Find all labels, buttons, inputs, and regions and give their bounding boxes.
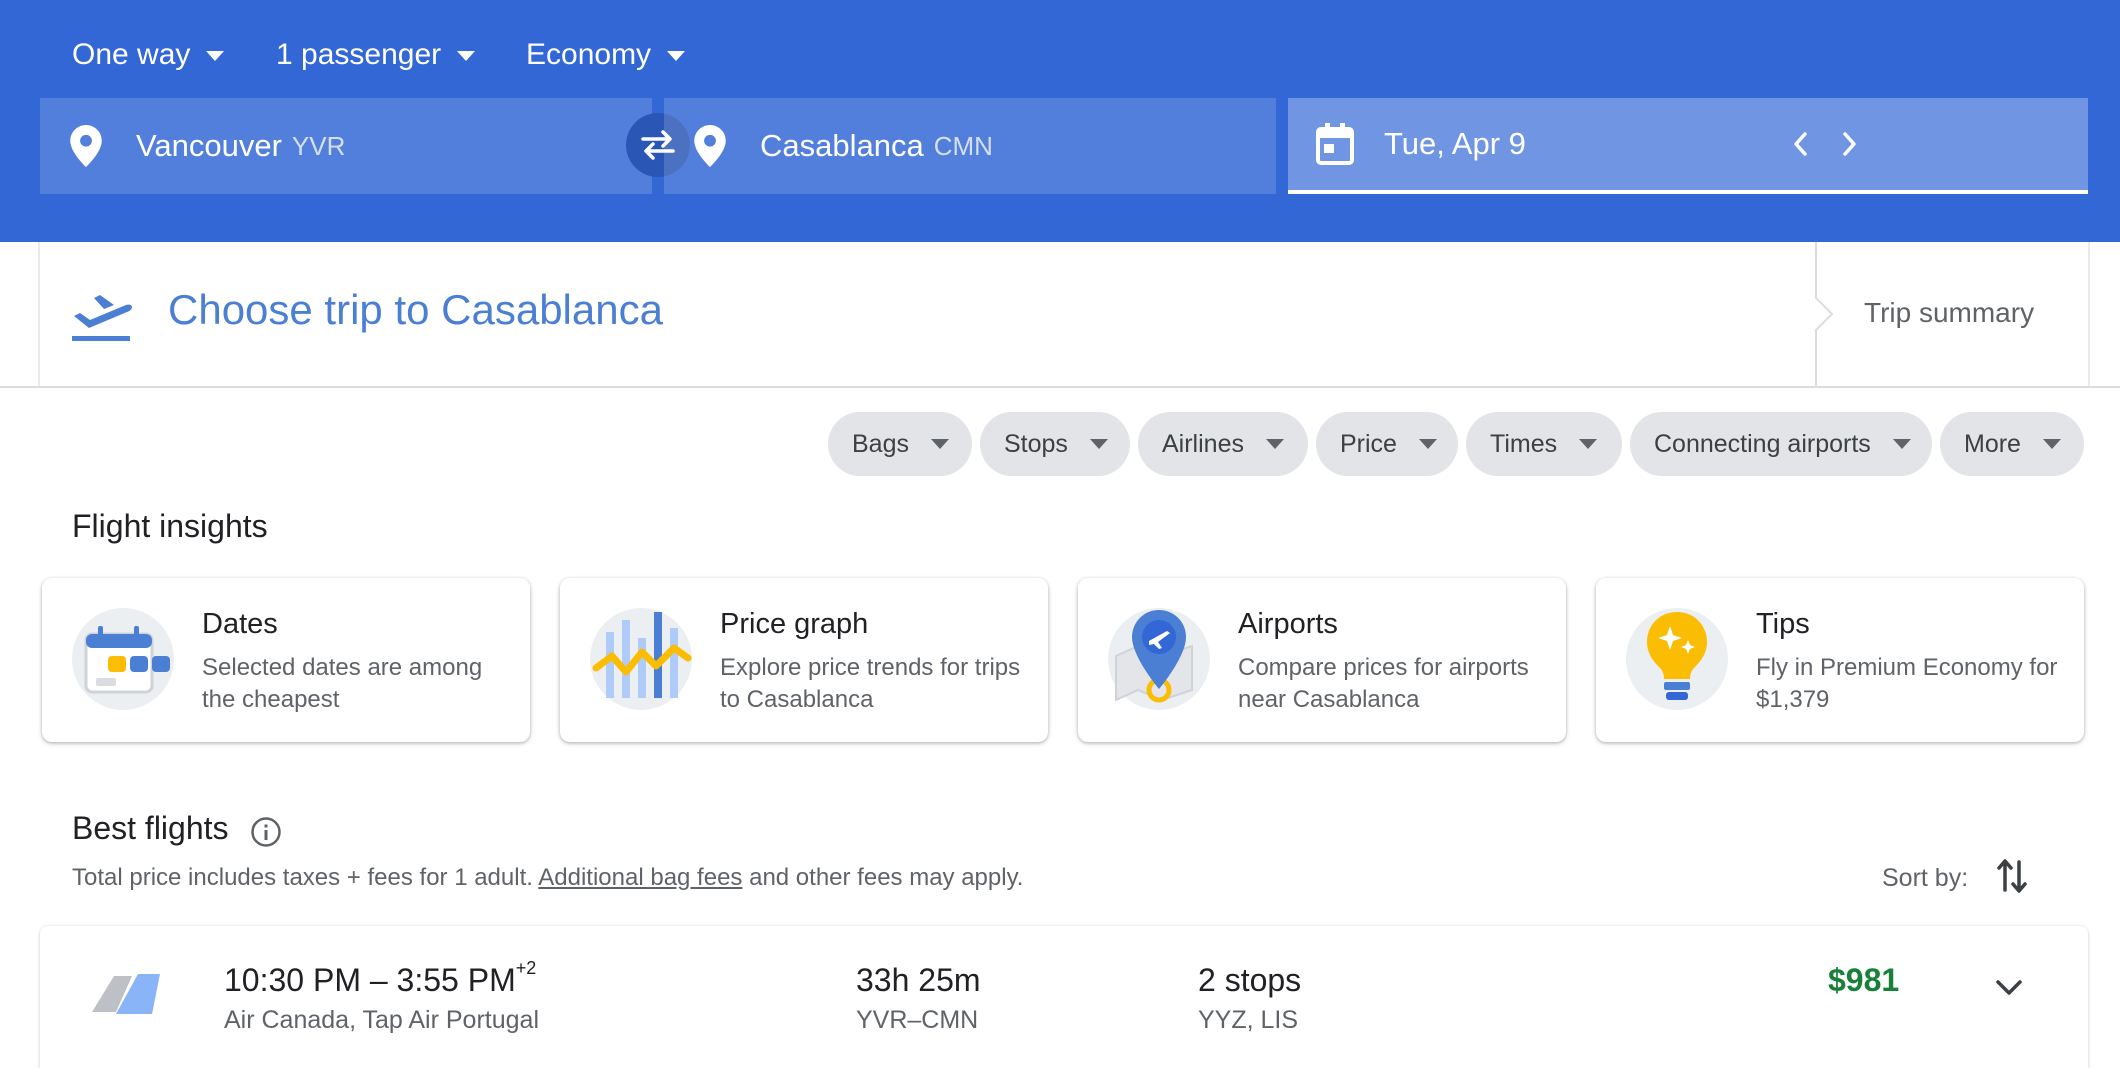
- flight-route: YVR–CMN: [856, 1006, 979, 1034]
- additional-bag-fees-link[interactable]: Additional bag fees: [538, 864, 742, 891]
- dropdown-arrow-icon: [1579, 439, 1598, 449]
- insight-description: Compare prices for airports near Casabla…: [1238, 654, 1529, 713]
- airport-pin-illustration-icon: [1108, 608, 1210, 710]
- departure-date-field[interactable]: Tue, Apr 9: [1288, 98, 2088, 194]
- chip-label: Stops: [1004, 429, 1068, 458]
- next-date-button[interactable]: [1828, 122, 1872, 166]
- divider: [38, 242, 40, 386]
- insight-card-airports[interactable]: Airports Compare prices for airports nea…: [1078, 578, 1566, 742]
- insight-title: Tips: [1756, 608, 1810, 640]
- insight-title: Price graph: [720, 608, 869, 640]
- search-header: One way 1 passenger Economy Vancouver YV…: [0, 0, 2120, 242]
- takeoff-plane-icon: [70, 286, 134, 347]
- previous-date-button[interactable]: [1778, 122, 1822, 166]
- chip-label: Price: [1340, 429, 1397, 458]
- sort-by-label: Sort by:: [1882, 864, 1969, 892]
- chip-label: Bags: [852, 429, 909, 458]
- origin-city: Vancouver: [136, 128, 282, 163]
- insight-title: Airports: [1238, 608, 1338, 640]
- trip-bar: Choose trip to Casablanca Trip summary: [0, 242, 2120, 388]
- destination-code: CMN: [933, 130, 993, 161]
- passengers-label: 1 passenger: [276, 38, 442, 71]
- filter-chip-connecting-airports[interactable]: Connecting airports: [1630, 412, 1932, 476]
- dropdown-arrow-icon: [1089, 439, 1108, 449]
- day-offset: +2: [515, 958, 537, 978]
- filter-chip-times[interactable]: Times: [1466, 412, 1622, 476]
- chevron-divider: [1814, 242, 1838, 391]
- flight-result-row[interactable]: 10:30 PM – 3:55 PM+2 Air Canada, Tap Air…: [40, 926, 2088, 1068]
- flight-insights-heading: Flight insights: [72, 508, 268, 544]
- cabin-class-label: Economy: [526, 38, 652, 71]
- sort-arrows-icon[interactable]: [1996, 856, 2028, 901]
- insight-card-tips[interactable]: Tips Fly in Premium Economy for $1,379: [1596, 578, 2084, 742]
- flight-duration: 33h 25m: [856, 962, 981, 998]
- info-icon[interactable]: [250, 816, 282, 853]
- dropdown-arrow-icon: [1418, 439, 1437, 449]
- flight-airlines: Air Canada, Tap Air Portugal: [224, 1006, 540, 1034]
- disclaimer-prefix: Total price includes taxes + fees for 1 …: [72, 864, 539, 891]
- flight-times: 10:30 PM – 3:55 PM+2: [224, 958, 536, 999]
- insight-description: Selected dates are among the cheapest: [202, 654, 483, 713]
- trip-type-dropdown[interactable]: One way: [72, 33, 225, 77]
- location-pin-icon: [70, 125, 102, 167]
- airline-logo-icon: [90, 970, 162, 1023]
- dropdown-arrow-icon: [667, 51, 686, 61]
- filter-chip-airlines[interactable]: Airlines: [1138, 412, 1308, 476]
- lightbulb-illustration-icon: [1626, 608, 1728, 710]
- price-graph-illustration-icon: [590, 608, 692, 710]
- flight-stops: 2 stops: [1198, 962, 1302, 998]
- flight-price: $981: [1828, 962, 1900, 998]
- destination-field[interactable]: Casablanca CMN: [664, 98, 1276, 194]
- passengers-dropdown[interactable]: 1 passenger: [276, 33, 476, 77]
- filter-chip-bags[interactable]: Bags: [828, 412, 972, 476]
- insight-card-price-graph[interactable]: Price graph Explore price trends for tri…: [560, 578, 1048, 742]
- dropdown-arrow-icon: [1892, 439, 1911, 449]
- filter-chip-price[interactable]: Price: [1316, 412, 1458, 476]
- price-disclaimer: Total price includes taxes + fees for 1 …: [72, 864, 1023, 892]
- trip-summary-link[interactable]: Trip summary: [1864, 297, 2034, 329]
- chip-label: Times: [1490, 429, 1558, 458]
- insight-description: Fly in Premium Economy for $1,379: [1756, 654, 2058, 713]
- destination-city: Casablanca: [760, 128, 924, 163]
- dropdown-arrow-icon: [2042, 439, 2061, 449]
- trip-type-label: One way: [72, 38, 191, 71]
- calendar-illustration-icon: [72, 608, 174, 710]
- insight-description: Explore price trends for trips to Casabl…: [720, 654, 1021, 713]
- dropdown-arrow-icon: [457, 51, 476, 61]
- chip-label: More: [1964, 429, 2021, 458]
- insight-card-dates[interactable]: Dates Selected dates are among the cheap…: [42, 578, 530, 742]
- origin-field[interactable]: Vancouver YVR: [40, 98, 652, 194]
- trip-title: Choose trip to Casablanca: [168, 286, 663, 333]
- disclaimer-suffix: and other fees may apply.: [742, 864, 1024, 891]
- best-flights-heading: Best flights: [72, 810, 229, 846]
- insight-title: Dates: [202, 608, 278, 640]
- origin-code: YVR: [291, 130, 346, 161]
- expand-chevron-icon[interactable]: [1994, 978, 2024, 1003]
- location-pin-icon: [694, 125, 726, 167]
- chip-label: Airlines: [1162, 429, 1244, 458]
- filter-chip-stops[interactable]: Stops: [980, 412, 1130, 476]
- dropdown-arrow-icon: [1265, 439, 1284, 449]
- flight-stopover-airports: YYZ, LIS: [1198, 1006, 1299, 1034]
- departure-arrival-times: 10:30 PM – 3:55 PM: [224, 962, 516, 998]
- dropdown-arrow-icon: [206, 51, 225, 61]
- chip-label: Connecting airports: [1654, 429, 1871, 458]
- divider: [2088, 242, 2090, 386]
- filter-chip-more[interactable]: More: [1940, 412, 2084, 476]
- departure-date: Tue, Apr 9: [1384, 126, 1526, 161]
- calendar-icon: [1316, 123, 1354, 165]
- dropdown-arrow-icon: [930, 439, 949, 449]
- cabin-class-dropdown[interactable]: Economy: [526, 33, 686, 77]
